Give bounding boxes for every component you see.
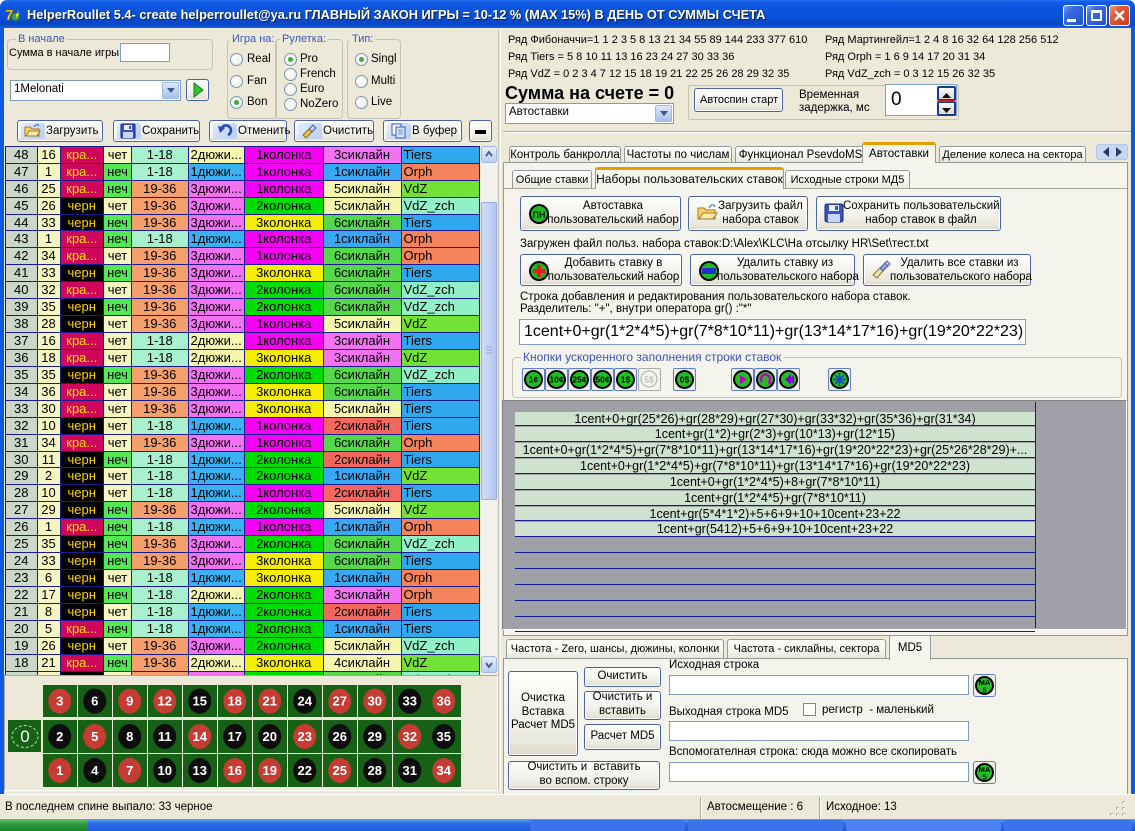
svg-text:5: 5 <box>982 686 986 695</box>
svg-text:3: 3 <box>56 694 63 709</box>
svg-text:25: 25 <box>333 763 347 778</box>
svg-text:14: 14 <box>193 729 208 744</box>
svg-text:28: 28 <box>368 763 382 778</box>
svg-text:50¢: 50¢ <box>595 375 609 385</box>
svg-text:11: 11 <box>158 729 172 744</box>
svg-text:13: 13 <box>193 763 207 778</box>
svg-text:5$: 5$ <box>644 375 654 385</box>
svg-text:9: 9 <box>126 694 133 709</box>
svg-text:7: 7 <box>126 763 133 778</box>
svg-text:5: 5 <box>982 773 986 782</box>
svg-text:2: 2 <box>56 729 63 744</box>
svg-text:26: 26 <box>333 729 347 744</box>
svg-text:30: 30 <box>368 694 382 709</box>
svg-text:24: 24 <box>298 694 313 709</box>
svg-text:19: 19 <box>263 763 277 778</box>
svg-text:15: 15 <box>193 694 207 709</box>
svg-text:1$: 1$ <box>621 375 631 385</box>
svg-text:23: 23 <box>298 729 312 744</box>
svg-text:8: 8 <box>126 729 133 744</box>
svg-text:21: 21 <box>263 694 277 709</box>
svg-text:16: 16 <box>228 763 242 778</box>
svg-text:10¢: 10¢ <box>549 375 563 385</box>
svg-text:10: 10 <box>158 763 172 778</box>
svg-text:6: 6 <box>91 694 98 709</box>
svg-text:27: 27 <box>333 694 347 709</box>
svg-text:0: 0 <box>20 727 29 746</box>
svg-text:22: 22 <box>298 763 312 778</box>
svg-text:17: 17 <box>228 729 242 744</box>
svg-text:0$: 0$ <box>680 375 690 385</box>
svg-text:34: 34 <box>437 763 452 778</box>
svg-text:18: 18 <box>228 694 242 709</box>
svg-text:12: 12 <box>158 694 172 709</box>
svg-text:29: 29 <box>368 729 382 744</box>
svg-text:1¢: 1¢ <box>529 375 539 385</box>
svg-text:ПН: ПН <box>533 210 546 220</box>
svg-text:31: 31 <box>403 763 417 778</box>
svg-text:35: 35 <box>437 729 451 744</box>
svg-text:25¢: 25¢ <box>572 375 586 385</box>
svg-text:20: 20 <box>263 729 277 744</box>
svg-text:32: 32 <box>403 729 417 744</box>
svg-text:1: 1 <box>56 763 63 778</box>
svg-text:36: 36 <box>437 694 451 709</box>
svg-text:33: 33 <box>403 694 417 709</box>
svg-text:5: 5 <box>91 729 98 744</box>
svg-text:4: 4 <box>91 763 99 778</box>
